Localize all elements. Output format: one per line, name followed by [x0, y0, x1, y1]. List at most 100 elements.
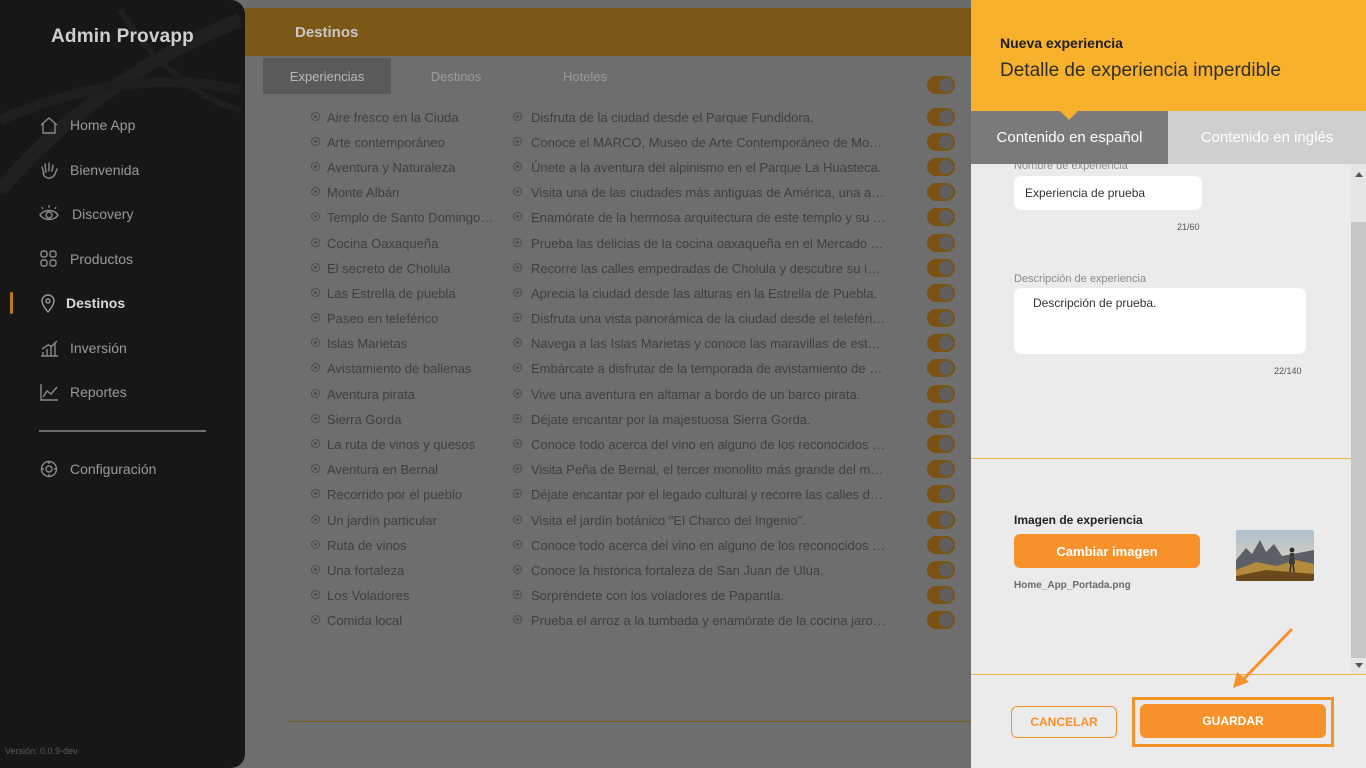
- panel-scrollbar[interactable]: [1351, 164, 1366, 674]
- sidebar-item-destinos[interactable]: Destinos: [0, 288, 245, 318]
- experience-description: Disfruta de la ciudad desde el Parque Fu…: [531, 110, 814, 125]
- list-item[interactable]: Recorrido por el pueblo Déjate encantar p…: [245, 481, 971, 506]
- tab-experiencias[interactable]: Experiencias: [263, 58, 391, 94]
- experience-name: Aventura en Bernal: [327, 462, 439, 477]
- sidebar-item-home-app[interactable]: Home App: [0, 110, 245, 140]
- content-divider: [289, 721, 971, 722]
- experience-name: Las Estrella de puebla: [327, 286, 456, 301]
- active-toggle[interactable]: [927, 259, 955, 277]
- list-item[interactable]: Monte Albán Visita una de las ciudades má…: [245, 179, 971, 204]
- bullet-icon: [311, 590, 320, 599]
- list-item[interactable]: Aire fresco en la Ciuda Disfruta de la ci…: [245, 104, 971, 129]
- experience-name: Ruta de vinos: [327, 538, 407, 553]
- active-toggle[interactable]: [927, 611, 955, 629]
- experience-description-field[interactable]: Descripción de prueba.: [1014, 288, 1306, 354]
- active-toggle[interactable]: [927, 234, 955, 252]
- active-toggle[interactable]: [927, 561, 955, 579]
- sidebar-item-inversion[interactable]: Inversión: [0, 333, 245, 363]
- experience-description: Aprecia la ciudad desde las alturas en l…: [531, 286, 878, 301]
- list-item[interactable]: Sierra Gorda Déjate encantar por la majes…: [245, 406, 971, 431]
- experience-name: Cocina Oaxaqueña: [327, 236, 439, 251]
- active-toggle[interactable]: [927, 334, 955, 352]
- active-toggle[interactable]: [927, 359, 955, 377]
- grid-icon: [38, 248, 60, 270]
- list-item[interactable]: Comida local Prueba el arroz a la tumbada…: [245, 607, 971, 632]
- active-toggle[interactable]: [927, 511, 955, 529]
- bullet-icon: [311, 212, 320, 221]
- bullet-icon: [513, 590, 522, 599]
- bullet-icon: [513, 288, 522, 297]
- active-toggle[interactable]: [927, 284, 955, 302]
- bullet-icon: [311, 288, 320, 297]
- experience-name-field[interactable]: Experiencia de prueba: [1014, 176, 1202, 210]
- list-item[interactable]: Aventura en Bernal Visita Peña de Bernal,…: [245, 456, 971, 481]
- sidebar-item-productos[interactable]: Productos: [0, 244, 245, 274]
- bullet-icon: [311, 112, 320, 121]
- active-toggle[interactable]: [927, 208, 955, 226]
- list-item[interactable]: Los Voladores Sorpréndete con los volador…: [245, 582, 971, 607]
- list-item[interactable]: Un jardín particular Visita el jardín bot…: [245, 507, 971, 532]
- cancel-button[interactable]: CANCELAR: [1011, 706, 1117, 738]
- sidebar-item-reportes[interactable]: Reportes: [0, 377, 245, 407]
- bullet-icon: [513, 263, 522, 272]
- change-image-button[interactable]: Cambiar imagen: [1014, 534, 1200, 568]
- bullet-icon: [513, 187, 522, 196]
- page-title: Destinos: [295, 24, 359, 41]
- list-item[interactable]: Ruta de vinos Conoce todo acerca del vino…: [245, 532, 971, 557]
- scrollbar-thumb[interactable]: [1351, 222, 1366, 658]
- active-toggle[interactable]: [927, 460, 955, 478]
- scroll-up-icon[interactable]: [1355, 172, 1363, 177]
- list-item[interactable]: Paseo en teleférico Disfruta una vista pa…: [245, 305, 971, 330]
- active-toggle[interactable]: [927, 183, 955, 201]
- bullet-icon: [311, 162, 320, 171]
- active-toggle[interactable]: [927, 133, 955, 151]
- scroll-down-icon[interactable]: [1355, 663, 1363, 668]
- experience-description: Embárcate a disfrutar de la temporada de…: [531, 361, 887, 376]
- sidebar-item-discovery[interactable]: Discovery: [0, 199, 245, 229]
- experience-description: Déjate encantar por la majestuosa Sierra…: [531, 412, 811, 427]
- sidebar-item-label: Inversión: [70, 340, 127, 356]
- experience-description: Navega a las Islas Marietas y conoce las…: [531, 336, 887, 351]
- sidebar-item-label: Bienvenida: [70, 162, 140, 178]
- sidebar-item-configuracion[interactable]: Configuración: [0, 454, 245, 484]
- list-item[interactable]: Aventura pirata Vive una aventura en alta…: [245, 381, 971, 406]
- tab-destinos[interactable]: Destinos: [391, 58, 521, 94]
- list-item[interactable]: Una fortaleza Conoce la histórica fortale…: [245, 557, 971, 582]
- pointer-arrow-icon: [1233, 628, 1293, 688]
- experience-name: Islas Marietas: [327, 336, 408, 351]
- tab-hoteles[interactable]: Hoteles: [521, 58, 649, 94]
- form-scroll-area: Nombre de experiencia Experiencia de pru…: [971, 164, 1351, 459]
- list-item[interactable]: Las Estrella de puebla Aprecia la ciudad …: [245, 280, 971, 305]
- experience-description: Conoce la histórica fortaleza de San Jua…: [531, 563, 824, 578]
- experience-description: Únete a la aventura del alpinismo en el …: [531, 160, 882, 175]
- list-item[interactable]: Templo de Santo Domingo de Guzmán Enamóra…: [245, 204, 971, 229]
- list-item[interactable]: Arte contemporáneo Conoce el MARCO, Museo…: [245, 129, 971, 154]
- active-toggle[interactable]: [927, 158, 955, 176]
- list-item[interactable]: Islas Marietas Navega a las Islas Marieta…: [245, 330, 971, 355]
- bullet-icon: [311, 464, 320, 473]
- bullet-icon: [513, 414, 522, 423]
- active-toggle[interactable]: [927, 536, 955, 554]
- active-toggle[interactable]: [927, 385, 955, 403]
- sidebar-item-label: Home App: [70, 117, 136, 133]
- active-toggle[interactable]: [927, 309, 955, 327]
- tab-contenido-ingles[interactable]: Contenido en inglés: [1168, 111, 1366, 164]
- list-item[interactable]: El secreto de Cholula Recorre las calles …: [245, 255, 971, 280]
- active-toggle[interactable]: [927, 435, 955, 453]
- active-toggle[interactable]: [927, 76, 955, 94]
- active-toggle[interactable]: [927, 410, 955, 428]
- experience-name: Aventura y Naturaleza: [327, 160, 456, 175]
- list-item[interactable]: La ruta de vinos y quesos Conoce todo ace…: [245, 431, 971, 456]
- active-toggle[interactable]: [927, 108, 955, 126]
- active-toggle[interactable]: [927, 485, 955, 503]
- active-toggle[interactable]: [927, 586, 955, 604]
- sidebar-item-bienvenida[interactable]: Bienvenida: [0, 155, 245, 185]
- list-item[interactable]: Aventura y Naturaleza Únete a la aventura…: [245, 154, 971, 179]
- bullet-icon: [513, 338, 522, 347]
- list-item[interactable]: Avistamiento de ballenas Embárcate a disf…: [245, 355, 971, 380]
- list-item[interactable]: Cocina Oaxaqueña Prueba las delicias de l…: [245, 230, 971, 255]
- bullet-icon: [513, 389, 522, 398]
- save-button[interactable]: GUARDAR: [1140, 704, 1326, 738]
- bullet-icon: [311, 137, 320, 146]
- bullet-icon: [311, 263, 320, 272]
